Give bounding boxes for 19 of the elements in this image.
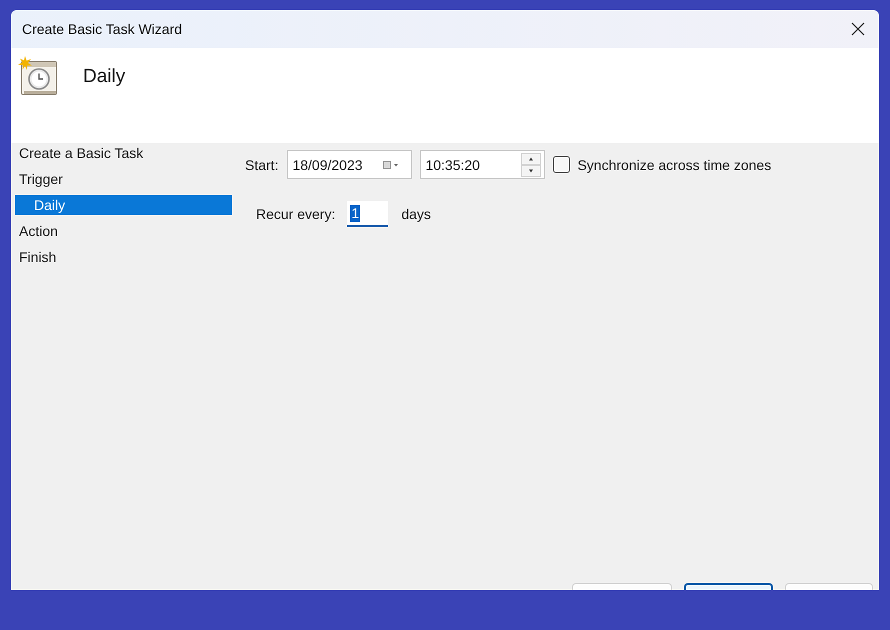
recur-input[interactable]: 1 bbox=[347, 201, 388, 227]
time-field[interactable]: 10:35:20 bbox=[420, 150, 546, 179]
synchronize-label: Synchronize across time zones bbox=[577, 156, 772, 172]
step-item: Action bbox=[18, 222, 59, 241]
date-picker[interactable]: 18/09/2023 bbox=[287, 150, 412, 179]
recur-label: Recur every: bbox=[256, 206, 336, 222]
step-item: Finish bbox=[18, 248, 58, 267]
start-label: Start: bbox=[245, 156, 278, 172]
step-item: Trigger bbox=[18, 170, 64, 189]
unit-label: days bbox=[401, 206, 431, 222]
close-icon[interactable] bbox=[851, 22, 865, 36]
window-title: Create Basic Task Wizard bbox=[22, 21, 182, 37]
calendar-dropdown-icon[interactable] bbox=[383, 160, 400, 170]
page-heading: Daily bbox=[83, 66, 126, 88]
step-item: Create a Basic Task bbox=[18, 144, 144, 163]
synchronize-checkbox[interactable] bbox=[553, 156, 570, 173]
step-item: Daily bbox=[15, 195, 232, 215]
dialog-button[interactable] bbox=[684, 583, 773, 590]
calendar-clock-icon bbox=[18, 56, 58, 96]
